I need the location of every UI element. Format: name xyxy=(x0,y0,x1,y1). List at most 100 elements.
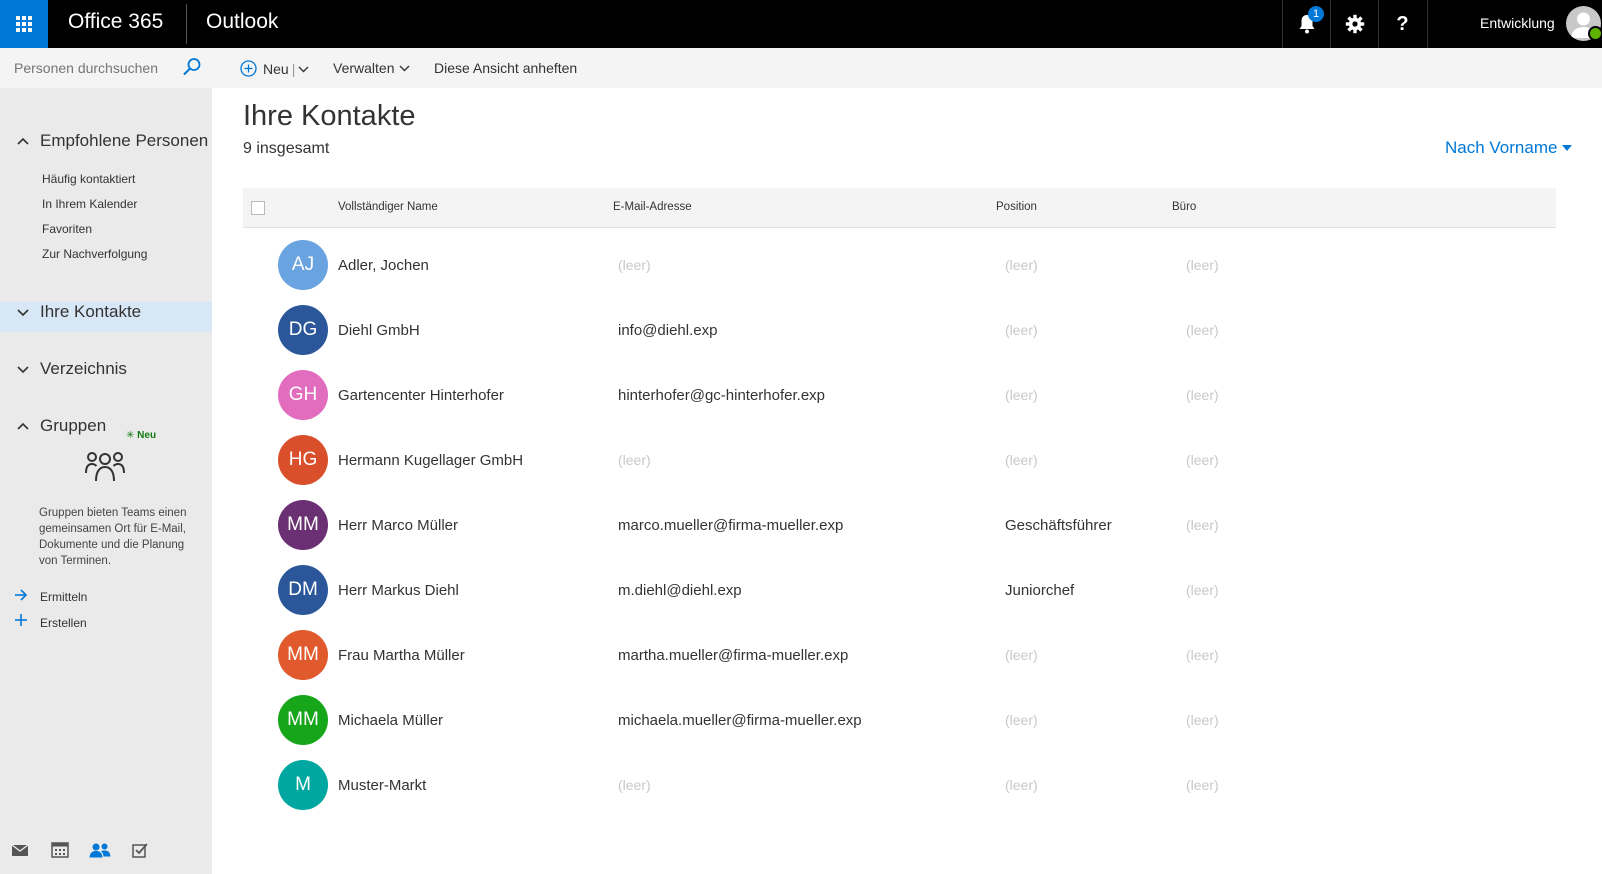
office-cell: (leer) xyxy=(1186,452,1219,468)
avatar: MM xyxy=(278,695,328,745)
position-cell: (leer) xyxy=(1005,712,1038,728)
sort-dropdown[interactable]: Nach Vorname xyxy=(1445,138,1573,158)
command-bar: Neu | Verwalten Diese Ansicht anheften xyxy=(212,48,1602,88)
help-button[interactable]: ? xyxy=(1378,0,1426,48)
email-cell: info@diehl.exp xyxy=(618,322,718,339)
position-cell: (leer) xyxy=(1005,647,1038,663)
avatar: DM xyxy=(278,565,328,615)
search-icon[interactable] xyxy=(182,57,202,82)
select-all-checkbox[interactable] xyxy=(251,201,265,215)
nav-groups[interactable]: Gruppen xyxy=(16,416,106,436)
position-cell: (leer) xyxy=(1005,257,1038,273)
chevron-down-icon xyxy=(16,364,32,374)
sidebar: Empfohlene Personen Häufig kontaktiert I… xyxy=(0,48,212,874)
tasks-icon[interactable] xyxy=(120,826,160,874)
search-input[interactable] xyxy=(14,58,174,78)
email-cell: (leer) xyxy=(618,257,651,273)
suite-title[interactable]: Office 365 xyxy=(68,10,163,34)
email-cell: hinterhofer@gc-hinterhofer.exp xyxy=(618,387,826,404)
discover-label: Ermitteln xyxy=(40,590,88,604)
table-header: Vollständiger Name E-Mail-Adresse Positi… xyxy=(243,188,1556,228)
table-row[interactable]: MM Michaela Müller michaela.mueller@firma-… xyxy=(243,688,1556,752)
waffle-icon xyxy=(16,16,32,32)
table-row[interactable]: GH Gartencenter Hinterhofer hinterhofer@gc… xyxy=(243,363,1556,427)
search-box xyxy=(0,48,212,88)
name-cell: Adler, Jochen xyxy=(338,257,429,274)
new-button[interactable]: Neu | xyxy=(240,60,309,77)
calendar-icon[interactable] xyxy=(40,826,80,874)
chevron-up-icon xyxy=(16,136,32,146)
chevron-down-icon xyxy=(16,307,32,317)
create-group-link[interactable]: Erstellen xyxy=(14,613,87,632)
notifications-button[interactable]: 1 xyxy=(1282,0,1330,48)
table-row[interactable]: DM Herr Markus Diehl m.diehl@diehl.exp Juni… xyxy=(243,558,1556,622)
chevron-down-icon xyxy=(399,65,410,72)
discover-groups-link[interactable]: Ermitteln xyxy=(14,588,87,606)
top-bar: Office 365 Outlook 1 ? Entwicklung xyxy=(0,0,1602,48)
nav-contacts-label: Ihre Kontakte xyxy=(40,302,142,321)
nav-recommended-people[interactable]: Empfohlene Personen xyxy=(16,131,208,151)
user-menu[interactable]: Entwicklung xyxy=(1427,0,1602,48)
nav-item-favorites[interactable]: Favoriten xyxy=(42,222,92,236)
email-cell: (leer) xyxy=(618,777,651,793)
nav-directory-label: Verzeichnis xyxy=(40,359,127,378)
help-icon: ? xyxy=(1396,12,1409,35)
add-icon xyxy=(240,60,257,77)
office-cell: (leer) xyxy=(1186,257,1219,273)
plus-icon xyxy=(14,613,32,632)
nav-your-contacts[interactable]: Ihre Kontakte xyxy=(16,302,141,322)
name-cell: Herr Markus Diehl xyxy=(338,582,459,599)
settings-button[interactable] xyxy=(1330,0,1378,48)
manage-button[interactable]: Verwalten xyxy=(333,60,410,76)
module-switcher xyxy=(0,826,212,874)
groups-icon xyxy=(84,449,126,490)
office-cell: (leer) xyxy=(1186,387,1219,403)
table-row[interactable]: M Muster-Markt (leer) (leer) (leer) xyxy=(243,753,1556,817)
email-cell: (leer) xyxy=(618,452,651,468)
email-cell: m.diehl@diehl.exp xyxy=(618,582,742,599)
sort-label: Nach Vorname xyxy=(1445,138,1558,157)
page-title: Ihre Kontakte xyxy=(243,100,416,132)
nav-item-calendar[interactable]: In Ihrem Kalender xyxy=(42,197,137,211)
table-row[interactable]: HG Hermann Kugellager GmbH (leer) (leer) (le… xyxy=(243,428,1556,492)
divider xyxy=(186,4,187,44)
caret-down-icon xyxy=(1562,145,1573,151)
column-header-email[interactable]: E-Mail-Adresse xyxy=(613,201,692,213)
position-cell: (leer) xyxy=(1005,387,1038,403)
office-cell: (leer) xyxy=(1186,322,1219,338)
split-divider: | xyxy=(291,60,296,77)
app-launcher-button[interactable] xyxy=(0,0,48,48)
mail-icon[interactable] xyxy=(0,826,40,874)
name-cell: Frau Martha Müller xyxy=(338,647,465,664)
office-cell: (leer) xyxy=(1186,712,1219,728)
table-row[interactable]: MM Frau Martha Müller martha.mueller@firma… xyxy=(243,623,1556,687)
pin-view-button[interactable]: Diese Ansicht anheften xyxy=(434,60,577,76)
table-row[interactable]: MM Herr Marco Müller marco.mueller@firma-m… xyxy=(243,493,1556,557)
avatar: GH xyxy=(278,370,328,420)
email-cell: michaela.mueller@firma-mueller.exp xyxy=(618,712,862,729)
nav-item-follow-up[interactable]: Zur Nachverfolgung xyxy=(42,247,147,261)
app-title[interactable]: Outlook xyxy=(206,10,278,34)
email-cell: marco.mueller@firma-mueller.exp xyxy=(618,517,844,534)
chevron-up-icon xyxy=(16,421,32,431)
avatar: DG xyxy=(278,305,328,355)
column-header-office[interactable]: Büro xyxy=(1172,201,1196,213)
table-row[interactable]: DG Diehl GmbH info@diehl.exp (leer) (leer) xyxy=(243,298,1556,362)
name-cell: Diehl GmbH xyxy=(338,322,420,339)
column-header-position[interactable]: Position xyxy=(996,201,1037,213)
avatar: MM xyxy=(278,500,328,550)
chevron-down-icon[interactable] xyxy=(298,65,309,73)
table-row[interactable]: AJ Adler, Jochen (leer) (leer) (leer) xyxy=(243,233,1556,297)
presence-available-icon xyxy=(1588,26,1602,41)
position-cell: (leer) xyxy=(1005,777,1038,793)
manage-label: Verwalten xyxy=(333,60,395,76)
nav-directory[interactable]: Verzeichnis xyxy=(16,359,127,379)
name-cell: Michaela Müller xyxy=(338,712,444,729)
contact-count: 9 insgesamt xyxy=(243,140,330,157)
new-badge: ✳ Neu xyxy=(126,430,157,441)
groups-description: Gruppen bieten Teams einen gemeinsamen O… xyxy=(39,507,187,567)
column-header-name[interactable]: Vollständiger Name xyxy=(338,201,438,213)
avatar: HG xyxy=(278,435,328,485)
nav-item-frequent[interactable]: Häufig kontaktiert xyxy=(42,172,135,186)
people-icon[interactable] xyxy=(80,826,120,874)
